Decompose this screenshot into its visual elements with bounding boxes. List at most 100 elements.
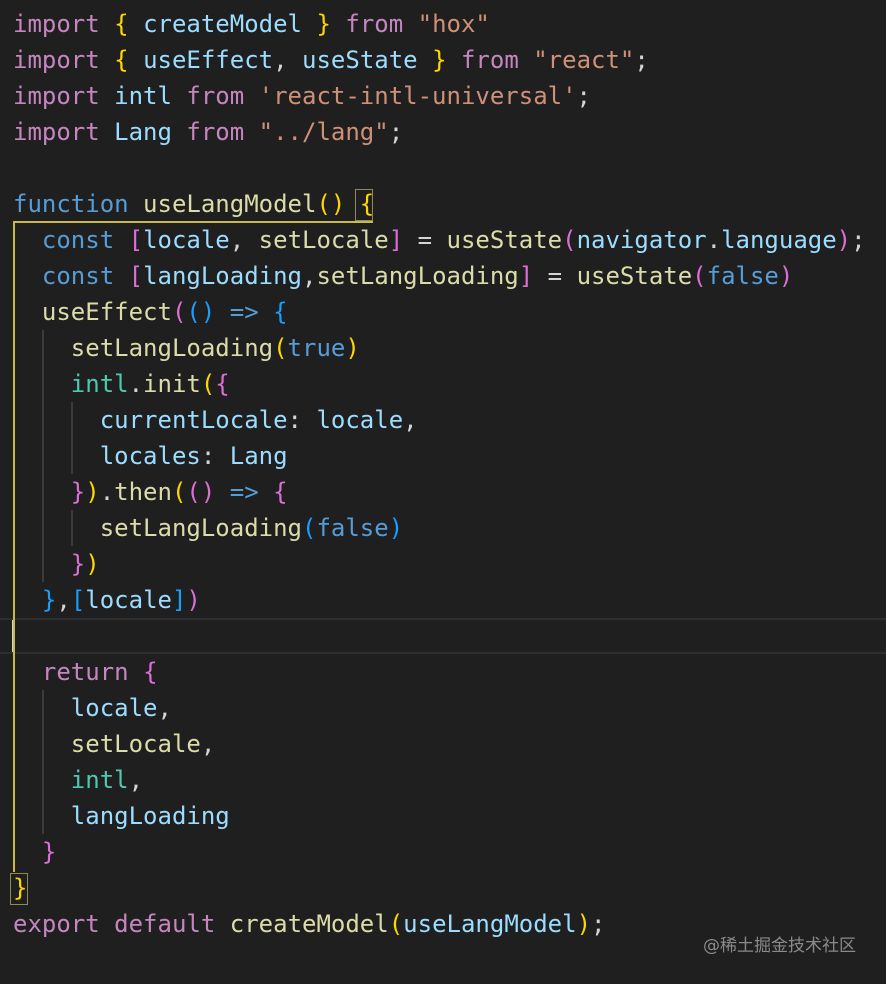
token-punctuation: , — [403, 406, 418, 434]
token-function: useEffect — [41, 298, 172, 326]
code-line-6: function useLangModel() { — [13, 186, 374, 222]
token-variable: useState — [302, 46, 418, 74]
token-punctuation: . — [706, 226, 722, 254]
token-variable: langLoading — [143, 262, 303, 290]
token-bracket: { — [215, 370, 230, 398]
token-function: then — [114, 478, 172, 506]
token-punctuation: : — [287, 406, 317, 434]
token-constant: true — [287, 334, 346, 362]
token-bracket: ( — [171, 298, 187, 326]
token-punctuation: , — [200, 730, 216, 758]
code-line-23: langLoading — [13, 798, 230, 834]
token-function: createModel — [229, 910, 389, 938]
token-bracket: [ — [128, 226, 144, 254]
token-string: "../lang" — [258, 118, 389, 146]
token-bracket: } — [432, 46, 447, 74]
token-bracket: { — [114, 46, 129, 74]
token-variable: locale — [316, 406, 404, 434]
token-arrow: => — [215, 478, 274, 506]
code-line-9: useEffect(() => { — [13, 294, 288, 330]
token-keyword: default — [114, 910, 216, 938]
token-function: setLangLoading — [316, 262, 519, 290]
token-punctuation: ; — [388, 118, 404, 146]
code-line-16: }) — [13, 546, 100, 582]
code-line-14: }).then(() => { — [13, 474, 288, 510]
code-line-8: const [langLoading,setLangLoading] = use… — [13, 258, 793, 294]
token-bracket: { — [359, 190, 375, 218]
token-keyword: import — [13, 82, 100, 110]
token-bracket: ] — [171, 586, 187, 614]
token-bracket: [ — [70, 586, 86, 614]
token-punctuation: ; — [851, 226, 866, 254]
token-bracket: ( — [692, 262, 707, 290]
code-line-24: } — [13, 834, 56, 870]
code-line-17: },[locale]) — [13, 582, 201, 618]
token-constant: false — [316, 514, 389, 542]
token-keyword: from — [460, 46, 519, 74]
token-bracket: ( — [388, 910, 404, 938]
token-punctuation: ; — [634, 46, 649, 74]
token-bracket: { — [143, 658, 158, 686]
code-line-1: import { createModel } from "hox" — [13, 6, 490, 42]
code-line-20: locale, — [13, 690, 172, 726]
token-string: 'react-intl-universal' — [258, 82, 577, 110]
token-bracket: ( — [302, 514, 317, 542]
token-bracket: [ — [128, 262, 144, 290]
token-bracket: { — [273, 478, 288, 506]
token-punctuation: ; — [591, 910, 606, 938]
token-bracket: ( — [562, 226, 577, 254]
token-bracket: ( — [200, 370, 216, 398]
code-line-15: setLangLoading(false) — [13, 510, 403, 546]
token-punctuation: , — [157, 694, 172, 722]
code-line-26: export default createModel(useLangModel)… — [13, 906, 605, 942]
token-keyword: from — [345, 10, 404, 38]
token-variable: locale — [143, 226, 230, 254]
code-line-10: setLangLoading(true) — [13, 330, 360, 366]
token-bracket: () — [316, 190, 346, 218]
token-function: useLangModel — [143, 190, 317, 218]
token-function: setLangLoading — [70, 334, 274, 362]
code-line-4: import Lang from "../lang"; — [13, 114, 403, 150]
token-function: useState — [576, 262, 693, 290]
token-property: currentLocale — [99, 406, 288, 434]
token-variable: intl — [70, 370, 129, 398]
token-bracket: ) — [388, 514, 404, 542]
token-variable: locale — [85, 586, 172, 614]
token-bracket: } — [41, 838, 57, 866]
token-bracket: ) — [836, 226, 852, 254]
token-variable: intl — [70, 766, 129, 794]
token-function: useState — [446, 226, 563, 254]
token-bracket: ) — [85, 478, 100, 506]
token-operator: = — [403, 226, 447, 254]
token-bracket: () — [186, 478, 216, 506]
token-variable: useLangModel — [403, 910, 577, 938]
token-punctuation: , — [56, 586, 71, 614]
token-keyword: export — [13, 910, 100, 938]
token-keyword: from — [186, 82, 245, 110]
token-bracket: } — [316, 10, 331, 38]
code-line-7: const [locale, setLocale] = useState(nav… — [13, 222, 866, 258]
code-line-12: currentLocale: locale, — [13, 402, 418, 438]
token-storage: const — [41, 262, 115, 290]
token-punctuation: , — [229, 226, 259, 254]
token-bracket: ( — [273, 334, 288, 362]
code-editor[interactable]: import { createModel } from "hox" import… — [0, 0, 886, 984]
token-variable: useEffect — [143, 46, 274, 74]
token-string: "react" — [533, 46, 635, 74]
token-punctuation: , — [302, 262, 317, 290]
token-function: init — [143, 370, 201, 398]
token-keyword: from — [186, 118, 245, 146]
token-bracket: { — [114, 10, 129, 38]
token-keyword: import — [13, 118, 100, 146]
token-variable: locale — [70, 694, 158, 722]
token-punctuation: ; — [576, 82, 591, 110]
token-punctuation: , — [273, 46, 303, 74]
watermark-text: @稀土掘金技术社区 — [703, 936, 856, 956]
code-line-25: } — [13, 870, 27, 906]
token-bracket: ( — [171, 478, 187, 506]
token-bracket: ) — [778, 262, 794, 290]
code-line-3: import intl from 'react-intl-universal'; — [13, 78, 591, 114]
token-operator: = — [533, 262, 577, 290]
token-bracket: } — [13, 874, 28, 902]
code-line-13: locales: Lang — [13, 438, 288, 474]
